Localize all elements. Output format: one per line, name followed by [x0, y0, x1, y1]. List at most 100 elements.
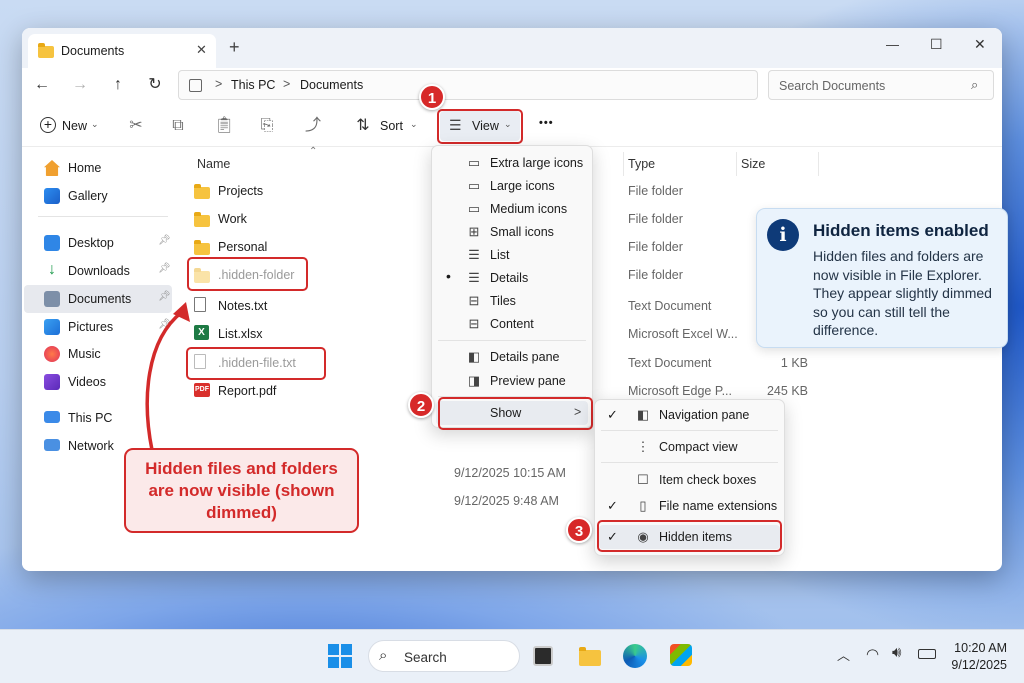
sidebar-item-label: Music: [68, 347, 101, 361]
checkmark-icon: ✓: [607, 407, 618, 422]
compact-view-icon: ⋮: [636, 439, 650, 454]
windows-logo-icon: [328, 644, 339, 655]
share-icon[interactable]: ⤴: [303, 116, 323, 136]
home-icon: [44, 160, 60, 176]
pin-icon: 📌︎: [158, 235, 171, 246]
menu-item-content[interactable]: ⊟ Content: [436, 313, 588, 335]
breadcrumb-separator: >: [283, 77, 291, 91]
search-box[interactable]: Search Documents ⌕: [768, 70, 994, 100]
details-icon: ☰: [468, 270, 480, 285]
refresh-icon[interactable]: ↻: [145, 75, 165, 95]
maximize-button[interactable]: ☐: [930, 36, 943, 53]
menu-item-compact-view[interactable]: ⋮ Compact view: [599, 436, 780, 458]
column-header-type[interactable]: Type: [628, 157, 655, 171]
minimize-button[interactable]: —: [886, 37, 899, 52]
sort-ascending-icon: ⌃: [309, 146, 318, 157]
sidebar-item-label: Home: [68, 161, 102, 175]
back-arrow-icon[interactable]: ←: [32, 75, 52, 95]
menu-item-label: File name extensions: [659, 499, 778, 513]
wifi-icon[interactable]: ◠: [866, 645, 879, 663]
volume-icon[interactable]: 🔊︎: [892, 644, 901, 661]
menu-item-navigation-pane[interactable]: ✓ ◧ Navigation pane: [599, 404, 780, 426]
file-name: List.xlsx: [218, 327, 263, 341]
desktop-icon: [44, 235, 60, 251]
menu-item-details-pane[interactable]: ◧ Details pane: [436, 346, 588, 368]
close-tab-icon[interactable]: ✕: [196, 42, 207, 58]
taskbar: ⌕ Search ︿ ◠ 🔊︎ 10:20 AM 9/12/2025: [0, 629, 1024, 683]
edge-icon[interactable]: [623, 644, 647, 668]
chevron-up-icon[interactable]: ︿: [837, 645, 850, 664]
menu-item-label: Large icons: [490, 179, 555, 193]
close-button[interactable]: ✕: [974, 36, 986, 53]
copy-icon[interactable]: ⧉: [168, 116, 188, 136]
menu-item-details[interactable]: • ☰ Details: [436, 267, 588, 289]
file-date: 9/12/2025 10:15 AM: [454, 466, 566, 480]
menu-item-list[interactable]: ☰ List: [436, 244, 588, 266]
file-size: 1 KB: [780, 356, 808, 370]
info-card-body: Hidden files and folders are now visible…: [813, 248, 992, 338]
menu-item-medium-icons[interactable]: ▭ Medium icons: [436, 198, 588, 220]
navigation-bar: ← → ↑ ↻ > This PC > Documents Search Doc…: [22, 68, 1002, 106]
sidebar-item-downloads[interactable]: ↓ Downloads 📌︎: [24, 257, 172, 285]
sidebar-item-home[interactable]: Home: [24, 154, 172, 182]
new-button[interactable]: New: [62, 119, 87, 133]
menu-item-tiles[interactable]: ⊟ Tiles: [436, 290, 588, 312]
sidebar-item-gallery[interactable]: Gallery: [24, 182, 172, 210]
info-card: i Hidden items enabled Hidden files and …: [756, 208, 1008, 348]
annotation-arrow: [145, 302, 190, 452]
menu-item-small-icons[interactable]: ⊞ Small icons: [436, 221, 588, 243]
forward-arrow-icon[interactable]: →: [70, 75, 90, 95]
monitor-icon: ▭: [467, 178, 481, 193]
address-bar[interactable]: > This PC > Documents: [178, 70, 758, 100]
menu-item-label: Details pane: [490, 350, 560, 364]
search-icon: ⌕: [379, 647, 388, 664]
column-divider: [818, 152, 819, 176]
file-explorer-icon[interactable]: [579, 647, 601, 666]
file-name: Projects: [218, 184, 264, 198]
menu-item-label: Preview pane: [490, 374, 566, 388]
tab-documents[interactable]: Documents ✕: [28, 34, 216, 68]
cut-icon[interactable]: ✂: [126, 116, 146, 136]
clock-time[interactable]: 10:20 AM: [951, 641, 1007, 655]
this-pc-icon: [44, 411, 60, 423]
new-tab-button[interactable]: +: [229, 37, 240, 58]
up-arrow-icon[interactable]: ↑: [108, 75, 128, 95]
checkmark-icon: ✓: [607, 498, 618, 513]
breadcrumb-separator: >: [215, 77, 223, 91]
music-icon: [44, 346, 60, 362]
store-icon[interactable]: [670, 644, 692, 666]
menu-item-label: List: [490, 248, 510, 262]
sort-button[interactable]: Sort: [380, 119, 403, 133]
file-date: 9/12/2025 9:48 AM: [454, 494, 559, 508]
menu-item-label: Tiles: [490, 294, 516, 308]
sidebar-item-desktop[interactable]: Desktop 📌︎: [24, 229, 172, 257]
menu-item-preview-pane[interactable]: ◨ Preview pane: [436, 370, 588, 392]
menu-item-file-name-extensions[interactable]: ✓ ▯ File name extensions: [599, 495, 780, 517]
content-icon: ⊟: [468, 316, 480, 331]
gallery-icon: [44, 188, 60, 204]
more-options-button[interactable]: •••: [539, 117, 554, 129]
menu-item-large-icons[interactable]: ▭ Large icons: [436, 175, 588, 197]
column-header-name[interactable]: Name: [197, 157, 230, 171]
sidebar-item-label: Downloads: [68, 264, 130, 278]
column-divider: [736, 152, 737, 176]
folder-icon: [194, 240, 210, 255]
folder-icon: [194, 212, 210, 227]
sidebar-item-label: Gallery: [68, 189, 108, 203]
taskbar-search[interactable]: ⌕ Search: [368, 640, 520, 672]
breadcrumb-this-pc[interactable]: This PC: [231, 78, 275, 92]
sidebar-item-label: Network: [68, 439, 114, 453]
clock-date[interactable]: 9/12/2025: [944, 658, 1007, 672]
battery-icon[interactable]: [918, 649, 936, 659]
rename-icon[interactable]: ⎘: [257, 116, 277, 136]
title-bar: Documents ✕ + — ☐ ✕: [22, 28, 1002, 68]
column-header-size[interactable]: Size: [741, 157, 765, 171]
menu-item-item-check-boxes[interactable]: ☐ Item check boxes: [599, 469, 780, 491]
menu-item-extra-large-icons[interactable]: ▭ Extra large icons: [436, 152, 588, 174]
search-input[interactable]: Search Documents: [779, 79, 885, 93]
start-button[interactable]: [328, 644, 352, 668]
paste-icon[interactable]: 📋︎: [214, 116, 234, 136]
breadcrumb-documents[interactable]: Documents: [300, 78, 363, 92]
tiles-icon: ⊟: [468, 293, 480, 308]
task-view-icon[interactable]: [533, 646, 553, 666]
